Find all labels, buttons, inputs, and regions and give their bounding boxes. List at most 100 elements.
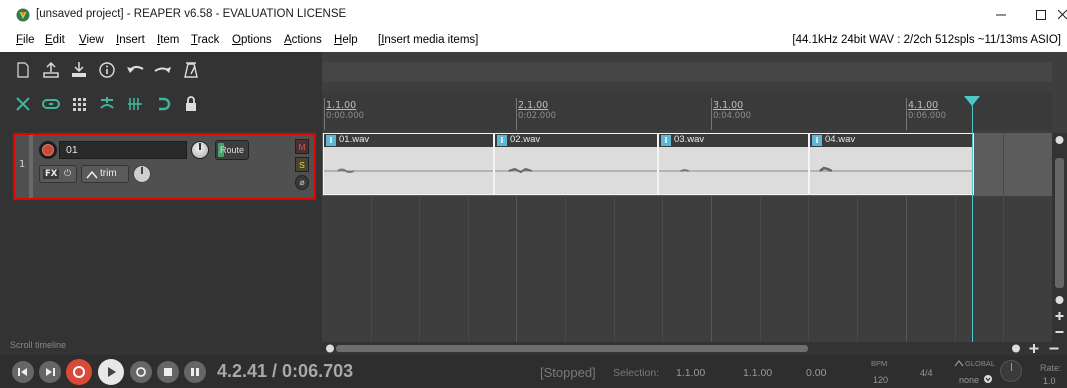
ruler-bar-label: 2.1.00 (518, 100, 549, 111)
project-info-button[interactable] (94, 57, 120, 83)
position-display[interactable]: 4.2.41 / 0:06.703 (217, 361, 353, 382)
automation-trim-button[interactable]: trim (81, 165, 129, 183)
ruler-region-lane[interactable] (322, 62, 1052, 82)
item-grid-button[interactable] (122, 91, 148, 117)
play-button[interactable] (98, 359, 124, 385)
ruler-bar-label: 3.1.00 (713, 100, 744, 111)
zoom-in-vertical-icon[interactable] (1052, 309, 1067, 323)
go-to-end-button[interactable] (39, 361, 61, 383)
maximize-button[interactable] (1020, 0, 1062, 30)
vertical-scroll-thumb[interactable] (1055, 158, 1064, 288)
fx-button[interactable]: FX ⏻ (39, 165, 77, 183)
edit-cursor-marker[interactable] (964, 96, 980, 106)
repeat-button[interactable] (130, 361, 152, 383)
save-project-icon (72, 62, 86, 77)
item-info-icon[interactable]: i (661, 135, 671, 146)
selection-length[interactable]: 0.00 (806, 367, 826, 379)
zoom-out-horizontal-icon[interactable] (1048, 342, 1060, 355)
arrange-view[interactable]: 1.1.00 0:00.000 2.1.00 0:02.000 3.1.00 0… (322, 52, 1067, 342)
redo-button[interactable] (150, 57, 176, 83)
lock-button[interactable] (178, 91, 204, 117)
menu-actions[interactable]: Actions (284, 34, 322, 46)
selection-start[interactable]: 1.1.00 (676, 367, 705, 379)
play-icon (108, 367, 116, 377)
menu-edit[interactable]: Edit (45, 34, 65, 46)
scroll-up-icon[interactable] (1052, 133, 1067, 147)
audio-device-status[interactable]: [44.1kHz 24bit WAV : 2/2ch 512spls ~11/1… (792, 34, 1061, 46)
media-item[interactable]: i 01.wav (323, 133, 494, 195)
go-to-start-button[interactable] (12, 361, 34, 383)
pan-knob[interactable] (133, 165, 151, 183)
item-info-icon[interactable]: i (326, 135, 336, 146)
empty-arrange-area[interactable] (322, 196, 1052, 342)
snap-icon (100, 97, 114, 109)
new-project-button[interactable] (10, 57, 36, 83)
zoom-in-horizontal-icon[interactable] (1028, 342, 1040, 355)
vertical-scrollbar[interactable] (1052, 133, 1067, 342)
playrate-knob[interactable] (1000, 360, 1022, 382)
waveform (659, 168, 808, 172)
media-item[interactable]: i 04.wav (809, 133, 974, 195)
stop-button[interactable] (157, 361, 179, 383)
menu-file[interactable]: File (16, 34, 35, 46)
track-header[interactable]: 1 01 Route FX ⏻ trim M S ⌀ (13, 133, 316, 200)
menu-item[interactable]: Item (157, 34, 179, 46)
solo-button[interactable]: S (295, 157, 309, 172)
item-info-icon[interactable]: i (497, 135, 507, 146)
mute-solo-column: M S ⌀ (295, 139, 309, 193)
menu-help[interactable]: Help (334, 34, 358, 46)
metronome-button[interactable] (178, 57, 204, 83)
time-signature[interactable]: 4/4 (920, 368, 933, 378)
close-button[interactable] (1058, 0, 1067, 30)
snap-button[interactable] (94, 91, 120, 117)
chevron-down-icon[interactable] (983, 374, 993, 384)
minimize-button[interactable] (980, 0, 1022, 30)
loop-button[interactable] (38, 91, 64, 117)
menu-options[interactable]: Options (232, 34, 272, 46)
grid-icon (73, 98, 86, 111)
save-project-button[interactable] (66, 57, 92, 83)
selection-end[interactable]: 1.1.00 (743, 367, 772, 379)
record-arm-button[interactable] (39, 141, 57, 159)
close-icon (1058, 9, 1067, 20)
fx-power-icon[interactable]: ⏻ (64, 169, 71, 179)
undo-button[interactable] (122, 57, 148, 83)
cycle-button[interactable] (150, 91, 176, 117)
rate-value[interactable]: 1.0 (1043, 376, 1056, 386)
ruler-mark-4: 4.1.00 0:06.000 (908, 100, 946, 122)
media-item[interactable]: i 03.wav (658, 133, 809, 195)
item-header[interactable]: i 01.wav (324, 134, 493, 147)
volume-knob[interactable] (191, 141, 209, 159)
mute-button[interactable]: M (295, 139, 309, 154)
item-info-icon[interactable]: i (812, 135, 822, 146)
scroll-timeline-label: Scroll timeline (10, 340, 67, 350)
track-name-field[interactable]: 01 (59, 141, 187, 159)
route-button[interactable]: Route (215, 140, 249, 160)
horizontal-scrollbar[interactable] (322, 342, 1067, 355)
new-project-icon (17, 62, 29, 78)
record-button[interactable] (66, 359, 92, 385)
horizontal-scroll-thumb[interactable] (336, 345, 808, 352)
pause-button[interactable] (184, 361, 206, 383)
item-header[interactable]: i 04.wav (810, 134, 973, 147)
zoom-out-vertical-icon[interactable] (1052, 325, 1067, 339)
edit-cursor[interactable] (972, 96, 973, 342)
menu-view[interactable]: View (79, 34, 104, 46)
phase-invert-button[interactable]: ⌀ (295, 175, 309, 190)
pause-icon (191, 368, 199, 376)
ruler-tick (324, 98, 325, 130)
scroll-down-icon[interactable] (1052, 293, 1067, 307)
ripple-edit-button[interactable] (10, 91, 36, 117)
grid-button[interactable] (66, 91, 92, 117)
global-automation-value[interactable]: none (959, 375, 979, 385)
menu-track[interactable]: Track (191, 34, 219, 46)
open-project-button[interactable] (38, 57, 64, 83)
scroll-right-icon[interactable] (1010, 342, 1022, 355)
item-header[interactable]: i 03.wav (659, 134, 808, 147)
media-item[interactable]: i 02.wav (494, 133, 658, 195)
reaper-window: [unsaved project] - REAPER v6.58 - EVALU… (0, 0, 1067, 388)
item-header[interactable]: i 02.wav (495, 134, 657, 147)
bpm-value[interactable]: 120 (873, 375, 888, 385)
menu-insert[interactable]: Insert (116, 34, 145, 46)
scroll-left-icon[interactable] (324, 342, 336, 355)
